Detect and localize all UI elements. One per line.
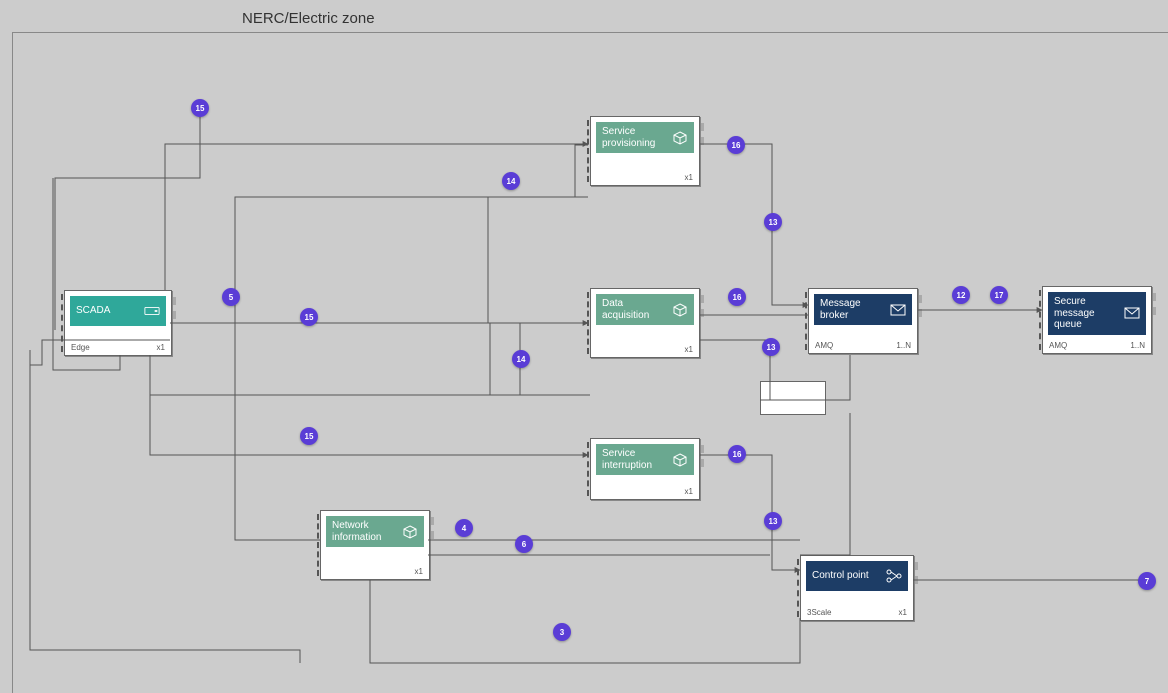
badge-14[interactable]: 14 [502, 172, 520, 190]
badge-16[interactable]: 16 [728, 445, 746, 463]
badge-15[interactable]: 15 [191, 99, 209, 117]
badge-3[interactable]: 3 [553, 623, 571, 641]
badge-16[interactable]: 16 [727, 136, 745, 154]
badge-12[interactable]: 12 [952, 286, 970, 304]
badge-6[interactable]: 6 [515, 535, 533, 553]
badge-13[interactable]: 13 [762, 338, 780, 356]
edges-layer [0, 0, 1168, 693]
badge-13[interactable]: 13 [764, 213, 782, 231]
badge-7[interactable]: 7 [1138, 572, 1156, 590]
badge-15[interactable]: 15 [300, 308, 318, 326]
badge-13[interactable]: 13 [764, 512, 782, 530]
badge-14[interactable]: 14 [512, 350, 530, 368]
badge-17[interactable]: 17 [990, 286, 1008, 304]
badge-16[interactable]: 16 [728, 288, 746, 306]
diagram-canvas: NERC/Electric zone [0, 0, 1168, 693]
badge-15[interactable]: 15 [300, 427, 318, 445]
badge-4[interactable]: 4 [455, 519, 473, 537]
badge-5[interactable]: 5 [222, 288, 240, 306]
